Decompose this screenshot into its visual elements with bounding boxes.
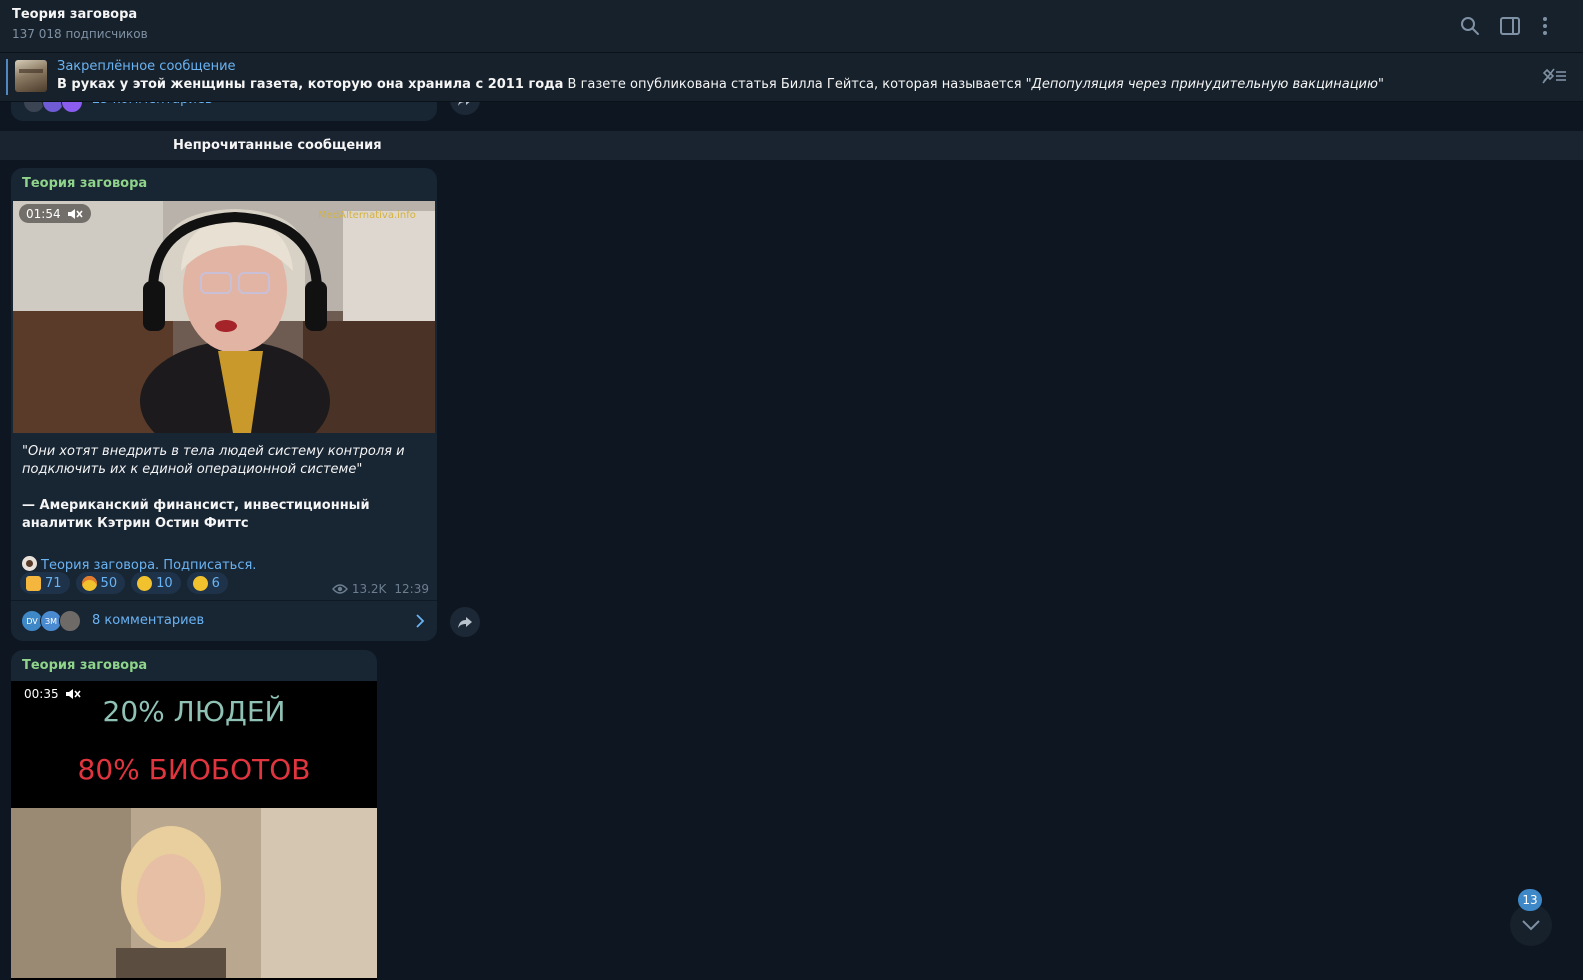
channel-post: Теория заговора 20% ЛЮДЕЙ 80% БИОБОТОВ 0… [11, 650, 377, 980]
pinned-text-bold: В руках у этой женщины газета, которую о… [57, 77, 564, 92]
search-icon[interactable] [1458, 14, 1482, 38]
thumbs-up-icon [26, 575, 41, 591]
thinking-face-icon [192, 575, 208, 591]
pinned-indicator [6, 59, 8, 95]
chevron-down-icon [1522, 920, 1540, 931]
video-frame [11, 808, 377, 978]
pinned-message[interactable]: Закреплённое сообщение В руках у этой же… [0, 53, 1583, 102]
post-attribution: — Американский финансист, инвестиционный… [22, 498, 370, 531]
share-icon [458, 617, 472, 628]
subscribe-link-text[interactable]: Теория заговора. Подписаться. [41, 558, 256, 573]
pinned-thumbnail [15, 60, 47, 92]
unread-divider: Непрочитанные сообщения [0, 131, 1583, 160]
reaction-thinking-face[interactable]: 6 [186, 572, 228, 594]
reaction-count: 6 [211, 575, 220, 591]
reaction-count: 71 [45, 575, 62, 591]
sidebar-toggle-icon[interactable] [1498, 14, 1522, 38]
reaction-thumbs-up[interactable]: 71 [20, 572, 70, 594]
avatar [59, 610, 81, 632]
subscriber-count: 137 018 подписчиков [12, 27, 148, 41]
comments-button[interactable]: DV ЗМ 8 комментариев [11, 600, 437, 641]
views-eye-icon [331, 584, 348, 594]
more-vertical-icon[interactable] [1533, 14, 1557, 38]
video-duration-badge[interactable]: 01:54 [19, 204, 91, 223]
post-author[interactable]: Теория заговора [22, 176, 147, 191]
view-count: 13.2K [351, 582, 387, 596]
video-player[interactable]: 20% ЛЮДЕЙ 80% БИОБОТОВ 00:35 [11, 681, 377, 980]
reaction-count: 50 [100, 575, 118, 591]
pinned-text: В руках у этой женщины газета, которую о… [57, 77, 1384, 92]
unread-divider-label: Непрочитанные сообщения [173, 138, 382, 153]
reaction-exploding-head[interactable]: 50 [75, 572, 126, 594]
chevron-right-icon [416, 614, 425, 628]
comments-label[interactable]: 8 комментариев [92, 613, 204, 628]
post-meta: 13.2K 12:39 [331, 582, 429, 596]
muted-speaker-icon [65, 688, 81, 699]
confused-face-icon [137, 575, 153, 591]
subscribe-link[interactable]: Теория заговора. Подписаться. [22, 556, 256, 573]
video-duration: 01:54 [26, 206, 61, 221]
post-time: 12:39 [394, 582, 429, 596]
unread-count-badge: 13 [1518, 889, 1542, 911]
video-title-line-2: 80% БИОБОТОВ [77, 753, 311, 786]
post-author[interactable]: Теория заговора [22, 658, 147, 673]
reaction-count: 10 [156, 575, 173, 591]
eye-emoji-icon [22, 556, 37, 571]
pinned-text-italic: Депопуляция через принудительную вакцина… [1031, 77, 1378, 92]
pinned-label: Закреплённое сообщение [57, 59, 236, 74]
muted-speaker-icon [67, 208, 83, 219]
pinned-text-plain: В газете опубликована статья Билла Гейтс… [563, 77, 1032, 92]
post-quote: "Они хотят внедрить в тела людей систему… [22, 444, 405, 477]
pinned-text-end: " [1377, 77, 1384, 92]
exploding-head-icon [81, 575, 97, 591]
share-button[interactable] [450, 607, 480, 637]
chat-title[interactable]: Теория заговора [12, 7, 137, 22]
video-duration-badge[interactable]: 00:35 [17, 684, 89, 703]
reaction-confused-face[interactable]: 10 [131, 572, 181, 594]
channel-post: Теория заговора MedAlternativa.info 01:5… [11, 168, 437, 641]
chat-header: Теория заговора 137 018 подписчиков [0, 0, 1583, 53]
video-player[interactable]: MedAlternativa.info 01:54 [13, 201, 435, 433]
reactions-bar: 71 50 10 6 [20, 572, 228, 594]
video-frame: MedAlternativa.info [13, 201, 435, 433]
video-watermark: MedAlternativa.info [318, 210, 416, 221]
video-duration: 00:35 [24, 686, 59, 701]
unpin-icon[interactable] [1541, 66, 1567, 86]
